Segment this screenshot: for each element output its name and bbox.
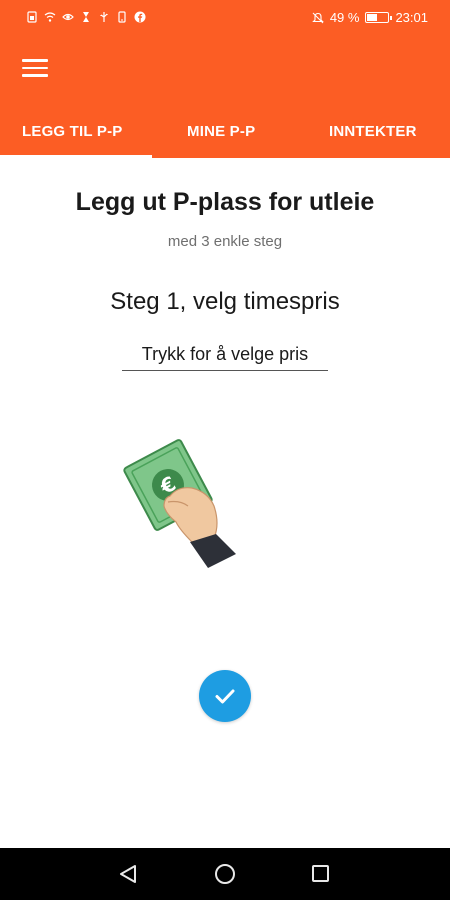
- checkmark-icon: [215, 689, 235, 704]
- battery-fill: [367, 14, 377, 21]
- sim-icon: [27, 11, 37, 23]
- battery-icon: [365, 12, 393, 23]
- hand-holding-money-illustration: €: [123, 439, 236, 568]
- eye-icon: [62, 13, 74, 21]
- system-nav-bar: [0, 848, 450, 900]
- back-icon[interactable]: [117, 864, 139, 884]
- recents-icon[interactable]: [312, 865, 329, 882]
- menu-line: [22, 59, 48, 62]
- clock: 23:01: [395, 10, 428, 25]
- page-subtitle: med 3 enkle steg: [167, 233, 283, 250]
- hamburger-menu-icon[interactable]: [22, 57, 48, 79]
- main-content: Legg ut P-plass for utleie med 3 enkle s…: [0, 158, 450, 848]
- tab-mine-p-p[interactable]: MINE P-P: [187, 123, 255, 140]
- tab-legg-til-p-p[interactable]: LEGG TIL P-P: [22, 123, 122, 140]
- tab-inntekter[interactable]: INNTEKTER: [329, 123, 417, 140]
- price-picker-field[interactable]: Trykk for å velge pris: [122, 344, 328, 371]
- hourglass-icon: [83, 12, 89, 22]
- app-header: 49 % 23:01 LEGG TIL P-P MINE P-P INNTEKT…: [0, 0, 450, 158]
- battery-percent: 49 %: [329, 10, 360, 25]
- status-icons: [26, 11, 146, 23]
- home-icon[interactable]: [215, 864, 235, 884]
- wifi-icon: [44, 12, 56, 22]
- phone-icon: [118, 11, 126, 23]
- tab-bar: LEGG TIL P-P MINE P-P INNTEKTER: [0, 112, 450, 158]
- status-bar: 49 % 23:01: [0, 0, 450, 38]
- menu-line: [22, 66, 48, 70]
- usb-icon: [100, 12, 108, 22]
- menu-line: [22, 74, 48, 77]
- step-heading: Steg 1, velg timespris: [110, 288, 340, 315]
- page-title: Legg ut P-plass for utleie: [75, 188, 375, 216]
- confirm-button[interactable]: [199, 670, 251, 722]
- mute-icon: [311, 12, 324, 23]
- status-right: 49 % 23:01: [311, 10, 428, 25]
- facebook-icon: [134, 11, 146, 23]
